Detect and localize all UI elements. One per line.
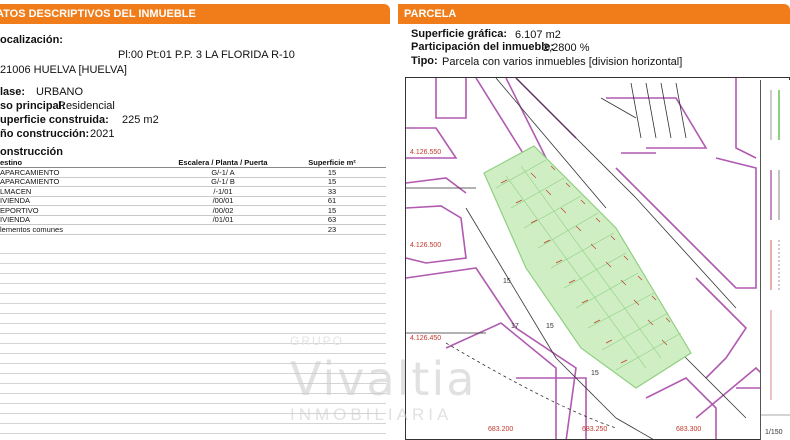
superficie-construida-label: uperficie construida: (0, 114, 109, 126)
y-coord-label: 4.126.500 (410, 242, 441, 249)
parcel-area (483, 145, 692, 389)
uso-label: so principal: (0, 100, 66, 112)
watermark-small: GRUPO (290, 334, 345, 348)
col-destino: estino (0, 158, 23, 167)
table-row: EPORTIVO /00/02 15 (0, 206, 386, 216)
descriptive-data-header: ATOS DESCRIPTIVOS DEL INMUEBLE (0, 4, 390, 24)
y-coord-label: 4.126.450 (410, 335, 441, 342)
road-line (600, 97, 637, 119)
cell-superficie: 15 (327, 205, 337, 215)
block-outline (516, 377, 587, 439)
col-escalera: Escalera / Planta / Puerta (178, 158, 268, 167)
road-line (615, 417, 654, 439)
block-outline (475, 78, 548, 159)
x-coord-label: 683.200 (488, 426, 513, 433)
clase-value: URBANO (36, 86, 84, 98)
road-line (645, 82, 657, 139)
table-row: lementos comunes 23 (0, 225, 386, 235)
participacion-label: Participación del inmueble: (411, 41, 555, 53)
uso-value: Residencial (58, 100, 115, 112)
block-outline (735, 78, 757, 159)
map-legend: 1/150 (760, 80, 790, 440)
block-outline (406, 205, 467, 264)
cell-destino: EPORTIVO (0, 205, 39, 215)
x-coord-label: 683.250 (582, 426, 607, 433)
cell-destino: lementos comunes (0, 224, 63, 234)
watermark-logo: Vivaltia (290, 352, 477, 406)
cell-escalera: /01/01 (212, 215, 234, 225)
cell-escalera: /00/01 (212, 196, 234, 206)
descriptive-data-title: ATOS DESCRIPTIVOS DEL INMUEBLE (0, 8, 196, 20)
block-number: 15 (546, 323, 554, 330)
cell-superficie: 33 (327, 186, 337, 196)
localizacion-line2: 21006 HUELVA [HUELVA] (0, 64, 127, 76)
table-header: estino Escalera / Planta / Puerta Superf… (0, 158, 386, 168)
table-row: IVIENDA /00/01 61 (0, 196, 386, 206)
superficie-grafica-value: 6.107 m2 (515, 29, 561, 41)
superficie-grafica-label: Superficie gráfica: (411, 28, 507, 40)
road-line (675, 347, 747, 419)
parcela-header: PARCELA (398, 4, 790, 24)
watermark-sub: INMOBILIARIA (290, 405, 453, 424)
parcela-title: PARCELA (404, 8, 457, 20)
tipo-label: Tipo: (411, 55, 438, 67)
cell-superficie: 63 (327, 215, 337, 225)
block-outline (736, 387, 762, 439)
legend-drawing: 1/150 (761, 90, 790, 436)
col-superficie: Superficie m² (308, 158, 356, 167)
cell-superficie: 23 (327, 224, 337, 234)
clase-label: lase: (0, 86, 26, 98)
block-outline (606, 97, 708, 149)
table-row: LMACEN /-1/01 33 (0, 187, 386, 197)
cell-superficie: 15 (327, 167, 337, 177)
cell-destino: IVIENDA (0, 196, 31, 206)
table-row: APARCAMIENTO G/-1/ A 15 (0, 168, 386, 178)
block-outline (435, 78, 467, 119)
cell-superficie: 15 (327, 177, 337, 187)
anio-construccion-label: ño construcción: (0, 128, 90, 140)
block-number: 15 (591, 370, 599, 377)
road-line (660, 82, 672, 139)
participacion-value: 2,2800 % (543, 42, 590, 54)
cell-escalera: /-1/01 (213, 186, 233, 196)
cell-escalera: G/-1/ A (211, 167, 235, 177)
cell-destino: IVIENDA (0, 215, 31, 225)
cell-destino: LMACEN (0, 186, 32, 196)
y-coord-label: 4.126.550 (410, 149, 441, 156)
localizacion-label: ocalización: (0, 34, 63, 46)
road-line (630, 82, 642, 139)
table-row: IVIENDA /01/01 63 (0, 215, 386, 225)
anio-construccion-value: 2021 (90, 128, 115, 140)
cell-destino: APARCAMIENTO (0, 167, 60, 177)
block-number: 15 (503, 278, 511, 285)
x-coord-label: 683.300 (676, 426, 701, 433)
construccion-title: onstrucción (0, 146, 63, 158)
tipo-value: Parcela con varios inmuebles [division h… (442, 56, 683, 68)
construccion-table: estino Escalera / Planta / Puerta Superf… (0, 158, 386, 235)
block-number: 17 (511, 323, 519, 330)
block-outline (695, 277, 748, 379)
block-outline (695, 366, 767, 419)
cell-destino: APARCAMIENTO (0, 177, 60, 187)
map-scale: 1/150 (765, 429, 783, 436)
superficie-construida-value: 225 m2 (122, 114, 159, 126)
cell-escalera: G/-1/ B (211, 177, 235, 187)
road-line (675, 82, 687, 139)
block-outline (406, 177, 467, 194)
localizacion-line1: Pl:00 Pt:01 P.P. 3 LA FLORIDA R-10 (118, 49, 295, 61)
cell-escalera: /00/02 (212, 205, 234, 215)
cell-superficie: 61 (327, 196, 337, 206)
table-row: APARCAMIENTO G/-1/ B 15 (0, 177, 386, 187)
